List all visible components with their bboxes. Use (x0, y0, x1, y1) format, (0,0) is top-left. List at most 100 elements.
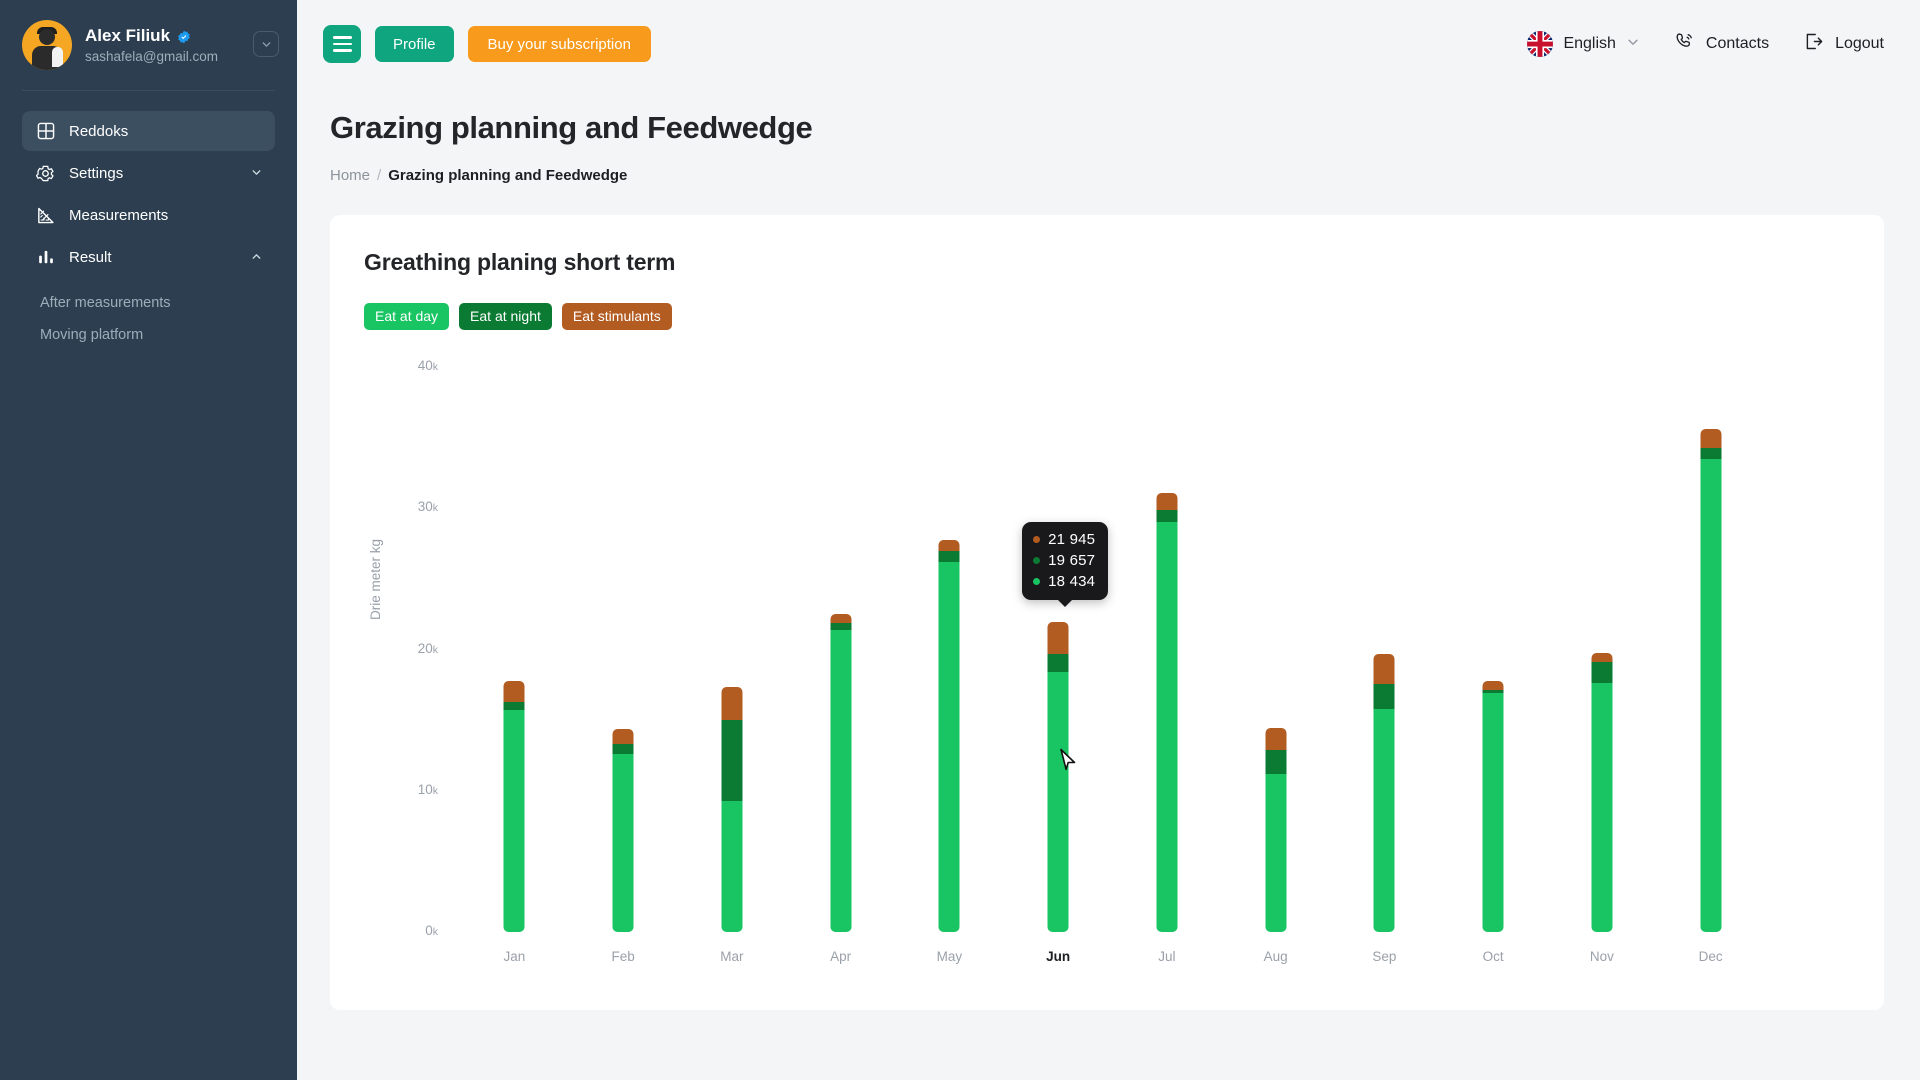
hamburger-menu-icon[interactable] (323, 25, 361, 63)
bar-segment[interactable] (503, 681, 525, 702)
grid-icon (36, 122, 55, 141)
bar-segment[interactable] (1482, 680, 1504, 690)
profile-chevron-down-icon[interactable] (253, 31, 279, 57)
language-chevron-down-icon[interactable] (1626, 35, 1640, 54)
bar-column[interactable]: Feb (581, 352, 665, 972)
bar-segment[interactable] (612, 744, 634, 755)
bar-column[interactable]: Sep (1342, 352, 1426, 972)
stacked-bar[interactable] (1373, 653, 1395, 932)
bar-segment[interactable] (721, 686, 743, 721)
bar-segment[interactable] (938, 540, 960, 552)
breadcrumb-home-link[interactable]: Home (330, 167, 370, 184)
bar-segment[interactable] (721, 720, 743, 801)
bar-segment[interactable] (1482, 693, 1504, 932)
buy-subscription-button[interactable]: Buy your subscription (467, 26, 651, 62)
bar-segment[interactable] (1047, 671, 1069, 932)
bar-segment[interactable] (1265, 773, 1287, 932)
bar-segment[interactable] (612, 728, 634, 745)
bar-column[interactable]: May (907, 352, 991, 972)
bar-segment[interactable] (830, 622, 852, 630)
stacked-bar[interactable] (612, 728, 634, 932)
bar-segment[interactable] (1591, 683, 1613, 932)
stacked-bar[interactable] (1591, 652, 1613, 932)
bar-segment[interactable] (612, 754, 634, 932)
bar-column[interactable]: Nov (1560, 352, 1644, 972)
sidebar-item-measurements[interactable]: Measurements (22, 195, 275, 235)
tooltip-value: 21 945 (1048, 531, 1096, 549)
breadcrumb: Home / Grazing planning and Feedwedge (330, 167, 1884, 184)
bar-column[interactable]: Jun (1016, 352, 1100, 972)
bar-segment[interactable] (1047, 622, 1069, 655)
x-axis-label: Aug (1263, 949, 1288, 964)
bar-segment[interactable] (1373, 684, 1395, 709)
stacked-bar[interactable] (503, 681, 525, 932)
stacked-bar[interactable] (938, 540, 960, 932)
bar-segment[interactable] (721, 800, 743, 932)
sidebar-subitem-after-measurements[interactable]: After measurements (22, 287, 275, 319)
profile-email: sashafela@gmail.com (85, 49, 219, 64)
language-label: English (1563, 35, 1616, 52)
bar-column[interactable]: Oct (1451, 352, 1535, 972)
bar-segment[interactable] (1700, 447, 1722, 459)
bar-segment[interactable] (1591, 662, 1613, 684)
chevron-down-icon[interactable] (250, 166, 263, 179)
bar-segment[interactable] (1265, 727, 1287, 750)
bar-segment[interactable] (1700, 429, 1722, 448)
bar-segment[interactable] (503, 710, 525, 932)
sidebar-profile[interactable]: Alex Filiuk sashafela@gmail.com (0, 0, 297, 90)
profile-name: Alex Filiuk (85, 26, 171, 45)
x-axis-label: Apr (830, 949, 852, 964)
bar-segment[interactable] (503, 701, 525, 711)
bar-column[interactable]: Apr (799, 352, 883, 972)
bar-segment[interactable] (1591, 652, 1613, 663)
bar-segment[interactable] (1373, 708, 1395, 932)
language-selector[interactable]: English (1527, 31, 1639, 57)
bar-segment[interactable] (1700, 458, 1722, 932)
contacts-label: Contacts (1705, 35, 1770, 52)
sidebar-nav: Reddoks Settings Measurements Result Aft… (0, 91, 297, 351)
x-axis-label: Nov (1589, 949, 1614, 964)
bar-segment[interactable] (1156, 492, 1178, 510)
stacked-bar[interactable] (1047, 622, 1069, 932)
topbar: Profile Buy your subscription English Co… (297, 0, 1920, 88)
x-axis-label: Oct (1482, 949, 1504, 964)
stacked-bar[interactable] (721, 686, 743, 932)
sidebar-subnav-result: After measurements Moving platform (22, 287, 275, 351)
bar-segment[interactable] (830, 629, 852, 932)
stacked-bar[interactable] (830, 614, 852, 932)
sidebar-item-settings[interactable]: Settings (22, 153, 275, 193)
sidebar-subitem-moving-platform[interactable]: Moving platform (22, 319, 275, 351)
bar-segment[interactable] (1265, 749, 1287, 774)
stacked-bar[interactable] (1482, 680, 1504, 932)
chevron-up-icon[interactable] (250, 250, 263, 263)
tooltip-row: 19 657 (1033, 552, 1095, 569)
stacked-bar[interactable] (1265, 727, 1287, 932)
stacked-bar[interactable] (1156, 492, 1178, 932)
bar-column[interactable]: Jul (1125, 352, 1209, 972)
bar-column[interactable]: Aug (1234, 352, 1318, 972)
bar-segment[interactable] (938, 561, 960, 932)
page-title: Grazing planning and Feedwedge (330, 110, 813, 145)
legend-chip[interactable]: Eat at night (459, 303, 552, 330)
profile-button[interactable]: Profile (375, 26, 454, 62)
bar-column[interactable]: Dec (1669, 352, 1753, 972)
bar-column[interactable]: Jan (472, 352, 556, 972)
logout-link[interactable]: Logout (1803, 31, 1884, 57)
bar-segment[interactable] (830, 614, 852, 623)
bar-segment[interactable] (1156, 522, 1178, 932)
bar-segment[interactable] (1047, 654, 1069, 672)
stacked-bar[interactable] (1700, 429, 1722, 932)
sidebar-item-result[interactable]: Result (22, 237, 275, 277)
sidebar-item-reddoks[interactable]: Reddoks (22, 111, 275, 151)
main-area: Profile Buy your subscription English Co… (297, 0, 1920, 1080)
bar-segment[interactable] (1156, 509, 1178, 523)
sidebar-item-label: Measurements (69, 206, 169, 224)
phone-icon (1674, 31, 1695, 57)
legend-chip[interactable]: Eat stimulants (561, 303, 672, 330)
bar-segment[interactable] (1373, 653, 1395, 685)
contacts-link[interactable]: Contacts (1674, 31, 1769, 57)
chart-plot-area: Drie meter kg 0k 10k 20k 30k 40k Jan Feb Mar Ap… (364, 352, 1846, 972)
bar-column[interactable]: Mar (690, 352, 774, 972)
bar-segment[interactable] (938, 551, 960, 562)
legend-chip[interactable]: Eat at day (364, 303, 450, 330)
